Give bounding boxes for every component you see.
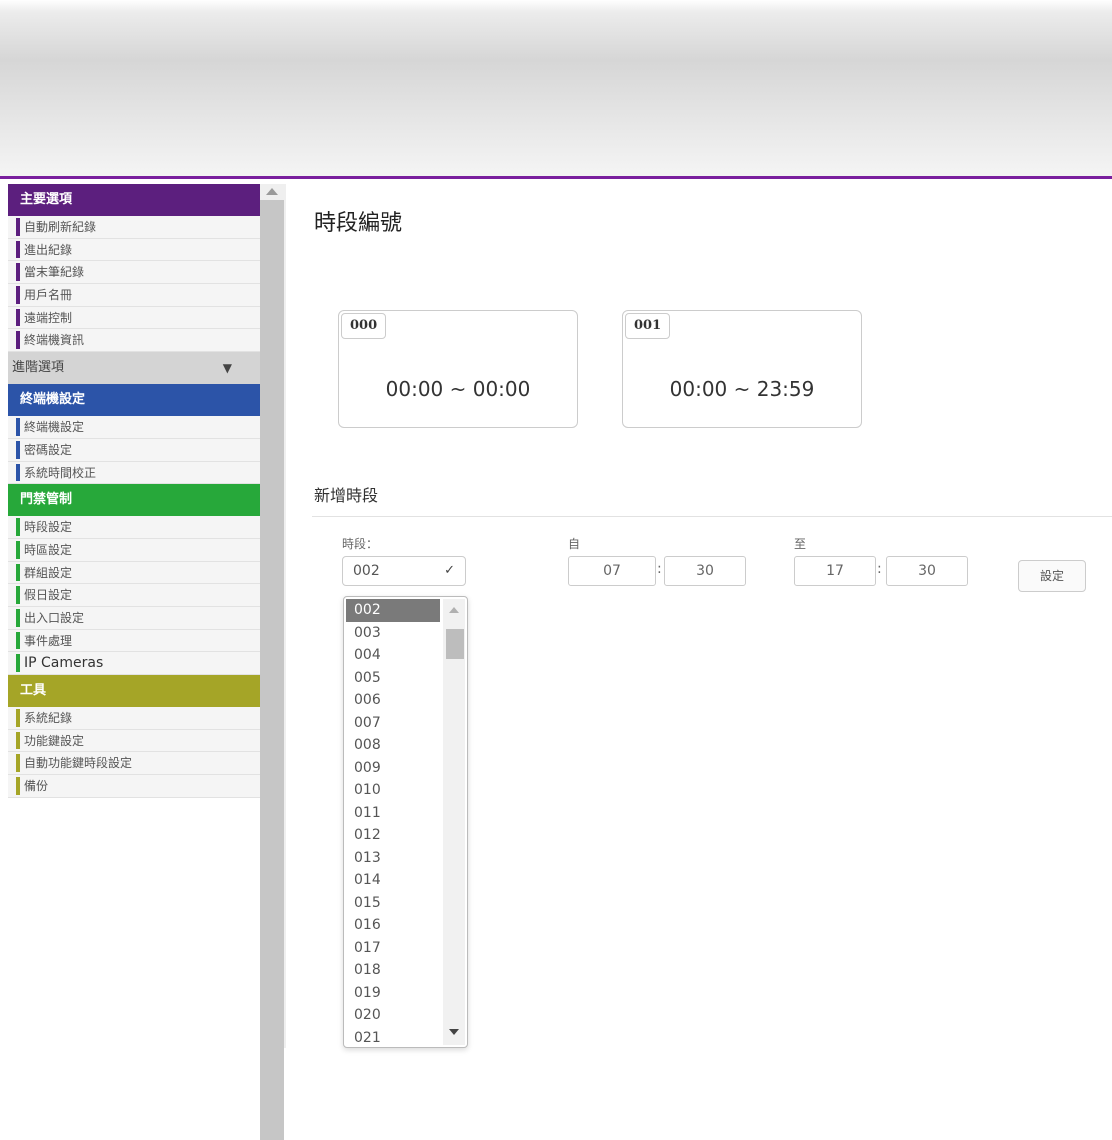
set-button[interactable]: 設定 — [1018, 560, 1086, 592]
scroll-up-arrow-icon[interactable] — [449, 607, 459, 613]
sidebar-item[interactable]: 出入口設定 — [8, 606, 260, 630]
period-code: 001 — [625, 313, 671, 339]
sidebar-item[interactable]: 終端機資訊 — [8, 329, 260, 353]
period-dropdown-list[interactable]: 002 003 004 005 006 007 008 009 010 011 012 013 014 0… — [343, 596, 468, 1048]
sidebar-item[interactable]: 備份 — [8, 775, 260, 798]
sidebar-tools-list: 系統紀錄 功能鍵設定 自動功能鍵時段設定 備份 — [8, 707, 260, 798]
scroll-up-arrow-icon[interactable] — [266, 188, 278, 195]
sidebar-item[interactable]: 自動刷新紀錄 — [8, 216, 260, 239]
dropdown-option[interactable]: 012 — [346, 824, 440, 847]
dropdown-option[interactable]: 020 — [346, 1004, 440, 1027]
page-title: 時段編號 — [314, 211, 403, 236]
sidebar-item[interactable]: 時區設定 — [8, 538, 260, 562]
sidebar-item[interactable]: 事件處理 — [8, 629, 260, 653]
dropdown-option[interactable]: 004 — [346, 644, 440, 667]
to-label: 至 — [794, 537, 807, 551]
dropdown-option[interactable]: 015 — [346, 892, 440, 915]
dropdown-option[interactable]: 019 — [346, 982, 440, 1005]
sidebar-section-advanced[interactable]: 進階選項 ▼ — [8, 352, 260, 385]
period-select[interactable]: 002 ✓ — [342, 556, 466, 586]
dropdown-option[interactable]: 007 — [346, 712, 440, 735]
dropdown-scrollbar[interactable] — [443, 599, 465, 1045]
dropdown-option[interactable]: 016 — [346, 914, 440, 937]
new-period-title: 新增時段 — [314, 486, 379, 505]
from-hour-input[interactable]: 07 — [568, 556, 656, 586]
dropdown-option[interactable]: 008 — [346, 734, 440, 757]
sidebar-section-access[interactable]: 門禁管制 — [8, 484, 260, 517]
sidebar-item[interactable]: 時段設定 — [8, 516, 260, 539]
period-card[interactable]: 000 00:00 ~ 00:00 — [338, 310, 578, 428]
dropdown-scroll-thumb[interactable] — [446, 629, 464, 659]
dropdown-option[interactable]: 009 — [346, 757, 440, 780]
sidebar-item[interactable]: 假日設定 — [8, 584, 260, 607]
sidebar-item[interactable]: 終端機設定 — [8, 416, 260, 439]
sidebar-scrollbar[interactable] — [260, 184, 286, 1140]
sidebar-advanced-label: 進階選項 — [12, 360, 65, 376]
dropdown-option[interactable]: 010 — [346, 779, 440, 802]
sidebar-section-controller[interactable]: 終端機設定 — [8, 384, 260, 417]
sidebar-section-main[interactable]: 主要選項 — [8, 184, 260, 216]
period-field-label: 時段： — [342, 537, 379, 551]
dropdown-option[interactable]: 002 — [346, 599, 440, 622]
sidebar-controller-list: 終端機設定 密碼設定 系統時間校正 — [8, 416, 260, 485]
sidebar-access-list: 時段設定 時區設定 群組設定 假日設定 出入口設定 事件處理 IP Cameras — [8, 516, 260, 675]
period-range: 00:00 ~ 00:00 — [385, 377, 531, 401]
period-select-value: 002 — [353, 563, 380, 579]
dropdown-option[interactable]: 018 — [346, 959, 440, 982]
from-minute-input[interactable]: 30 — [664, 556, 746, 586]
dropdown-option[interactable]: 011 — [346, 802, 440, 825]
sidebar-item[interactable]: 進出紀錄 — [8, 238, 260, 262]
sidebar-scroll-thumb[interactable] — [260, 200, 284, 1140]
sidebar-main-list: 自動刷新紀錄 進出紀錄 當末筆紀錄 用戶名冊 遠端控制 終端機資訊 — [8, 216, 260, 353]
divider — [312, 516, 1112, 517]
time-colon: : — [657, 561, 662, 577]
sidebar-section-tools[interactable]: 工具 — [8, 675, 260, 707]
sidebar: 主要選項 自動刷新紀錄 進出紀錄 當末筆紀錄 用戶名冊 遠端控制 終端機資訊 進階選項 ▼… — [8, 184, 260, 1048]
scroll-down-arrow-icon[interactable] — [449, 1029, 459, 1035]
period-code: 000 — [341, 313, 387, 339]
to-minute-input[interactable]: 30 — [886, 556, 968, 586]
dropdown-option[interactable]: 003 — [346, 622, 440, 645]
chevron-down-icon: ✓ — [444, 563, 455, 578]
dropdown-option[interactable]: 014 — [346, 869, 440, 892]
sidebar-item[interactable]: 遠端控制 — [8, 306, 260, 330]
dropdown-options: 002 003 004 005 006 007 008 009 010 011 012 013 014 0… — [346, 599, 440, 1048]
dropdown-option[interactable]: 006 — [346, 689, 440, 712]
to-hour-input[interactable]: 17 — [794, 556, 876, 586]
sidebar-item[interactable]: 群組設定 — [8, 561, 260, 585]
period-range: 00:00 ~ 23:59 — [669, 377, 815, 401]
dropdown-option[interactable]: 017 — [346, 937, 440, 960]
sidebar-item[interactable]: 系統紀錄 — [8, 707, 260, 730]
top-banner — [0, 0, 1112, 179]
sidebar-item[interactable]: 密碼設定 — [8, 438, 260, 462]
collapse-triangle-icon[interactable]: ▼ — [223, 352, 232, 384]
dropdown-option[interactable]: 005 — [346, 667, 440, 690]
sidebar-item[interactable]: 自動功能鍵時段設定 — [8, 752, 260, 776]
time-colon: : — [877, 561, 882, 577]
dropdown-option[interactable]: 021 — [346, 1027, 440, 1048]
period-card[interactable]: 001 00:00 ~ 23:59 — [622, 310, 862, 428]
dropdown-option[interactable]: 013 — [346, 847, 440, 870]
sidebar-item[interactable]: 當末筆紀錄 — [8, 261, 260, 285]
from-label: 自 — [568, 537, 581, 551]
sidebar-item[interactable]: IP Cameras — [8, 652, 260, 675]
sidebar-item[interactable]: 系統時間校正 — [8, 461, 260, 485]
sidebar-item[interactable]: 用戶名冊 — [8, 284, 260, 307]
sidebar-item[interactable]: 功能鍵設定 — [8, 729, 260, 753]
